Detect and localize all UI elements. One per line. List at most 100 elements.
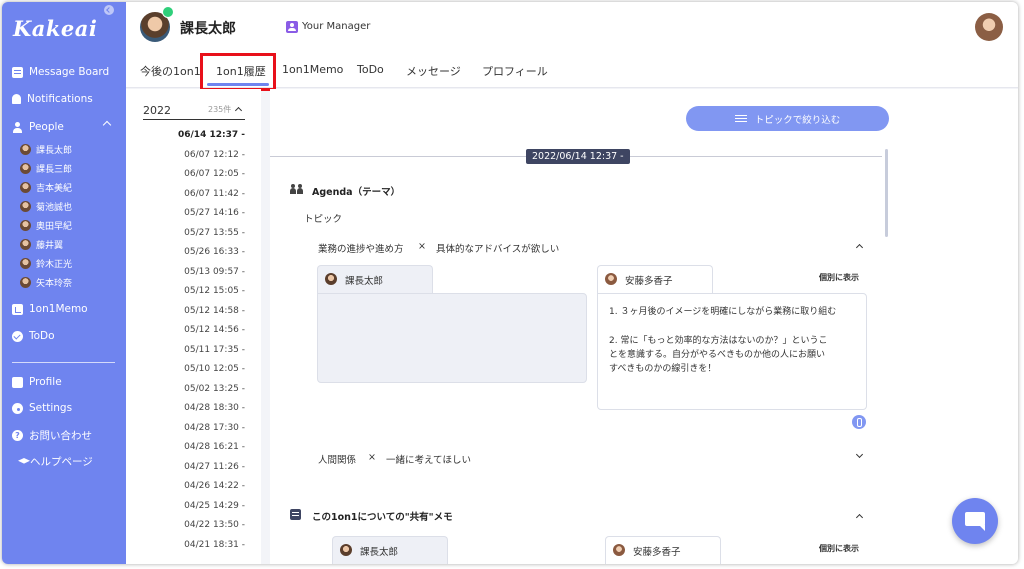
history-date-item[interactable]: 04/22 13:50 - — [184, 520, 245, 530]
sidebar-item-label: Notifications — [27, 93, 93, 105]
topic-name: 業務の進捗や進め方 — [318, 244, 404, 255]
topic-label: トピック — [304, 214, 343, 225]
bell-icon — [12, 94, 21, 104]
topic-request: 一緒に考えてほしい — [386, 455, 472, 466]
history-date-item[interactable]: 04/21 18:31 - — [184, 540, 245, 550]
history-date-item[interactable]: 04/26 14:22 - — [184, 481, 245, 491]
memo-icon — [12, 303, 23, 315]
filter-by-topic-button[interactable]: トピックで絞り込む — [686, 106, 889, 131]
chevron-up-icon[interactable] — [855, 243, 864, 252]
sidebar-person[interactable]: 菊池誠也 — [20, 200, 72, 213]
chat-button[interactable] — [952, 498, 998, 544]
sidebar-item-label: Message Board — [29, 66, 110, 78]
sidebar-person[interactable]: 奥田早紀 — [20, 219, 72, 232]
scrollbar[interactable] — [885, 149, 888, 237]
tab-1on1memo[interactable]: 1on1Memo — [282, 63, 343, 76]
avatar — [20, 239, 31, 250]
chevron-up-icon[interactable] — [855, 513, 864, 522]
person-icon — [12, 121, 23, 133]
attachment-icon[interactable] — [852, 415, 866, 429]
sidebar-item-label: Profile — [29, 376, 62, 388]
sidebar-item-1on1memo[interactable]: 1on1Memo — [12, 303, 88, 315]
account-avatar[interactable] — [975, 13, 1003, 41]
topic-request: 具体的なアドバイスが欲しい — [436, 244, 560, 255]
header: 課長太郎 Your Manager 今後の1on1 1on1履歴 1on1Mem… — [126, 2, 1018, 91]
sidebar-item-profile[interactable]: Profile — [12, 376, 62, 388]
sidebar-item-todo[interactable]: ToDo — [12, 330, 55, 342]
avatar — [20, 182, 31, 193]
member-shared-memo-card: 安藤多香子 — [605, 536, 721, 564]
history-date-item[interactable]: 05/12 14:58 - — [184, 306, 245, 316]
sidebar-item-label: お問い合わせ — [29, 430, 92, 442]
sidebar-person[interactable]: 吉本美紀 — [20, 181, 72, 194]
sidebar-item-notifications[interactable]: Notifications — [12, 93, 93, 105]
person-name: 吉本美紀 — [36, 184, 73, 194]
person-name: 課長太郎 — [36, 146, 73, 156]
sidebar-item-message-board[interactable]: Message Board — [12, 66, 109, 78]
manager-memo-card: 課長太郎 — [317, 265, 587, 383]
tab-profile[interactable]: プロフィール — [482, 63, 548, 79]
history-date-item[interactable]: 06/07 11:42 - — [184, 189, 245, 199]
avatar — [605, 273, 617, 285]
sidebar-item-contact[interactable]: ? お問い合わせ — [12, 428, 92, 443]
show-individually-link[interactable]: 個別に表示 — [819, 272, 859, 283]
sidebar-person[interactable]: 課長太郎 — [20, 143, 72, 156]
chevron-down-icon[interactable] — [855, 450, 864, 459]
history-date-item[interactable]: 04/28 16:21 - — [184, 442, 245, 452]
avatar — [20, 201, 31, 212]
manager-badge-icon — [286, 21, 298, 33]
sidebar-person[interactable]: 矢本玲奈 — [20, 276, 72, 289]
sidebar-item-settings[interactable]: Settings — [12, 402, 72, 414]
avatar — [340, 544, 352, 556]
chevron-up-icon[interactable] — [234, 106, 243, 115]
history-date-item[interactable]: 05/02 13:25 - — [184, 384, 245, 394]
member-memo-card: 安藤多香子 個別に表示 1. ３ヶ月後のイメージを明確にしながら業務に取り組む … — [597, 265, 867, 410]
topic-separator: × — [368, 452, 376, 463]
filter-icon — [734, 114, 747, 123]
history-date-item[interactable]: 04/28 17:30 - — [184, 423, 245, 433]
history-date-item[interactable]: 06/14 12:37 - — [178, 130, 245, 140]
history-date-item[interactable]: 04/28 18:30 - — [184, 403, 245, 413]
avatar — [20, 163, 31, 174]
agenda-title: Agenda（テーマ） — [312, 187, 401, 198]
collapse-sidebar-icon[interactable] — [104, 5, 114, 15]
divider — [143, 119, 245, 120]
highlight-box — [200, 53, 276, 91]
history-date-item[interactable]: 04/25 14:29 - — [184, 501, 245, 511]
history-date-item[interactable]: 05/27 13:55 - — [184, 228, 245, 238]
avatar — [20, 258, 31, 269]
avatar — [20, 220, 31, 231]
topic-separator: × — [418, 241, 426, 252]
history-date-item[interactable]: 06/07 12:12 - — [184, 150, 245, 160]
history-date-item[interactable]: 05/12 15:05 - — [184, 286, 245, 296]
avatar — [20, 277, 31, 288]
history-date-item[interactable]: 04/27 11:26 - — [184, 462, 245, 472]
sidebar-person[interactable]: 鈴木正光 — [20, 257, 72, 270]
history-date-item[interactable]: 05/10 12:05 - — [184, 364, 245, 374]
filter-button-label: トピックで絞り込む — [754, 114, 841, 126]
tab-todo[interactable]: ToDo — [357, 63, 384, 76]
manager-shared-memo-card: 課長太郎 — [332, 536, 448, 564]
tab-upcoming-1on1[interactable]: 今後の1on1 — [140, 63, 201, 79]
sidebar-item-help-page[interactable]: ヘルプページ — [12, 454, 93, 469]
tab-messages[interactable]: メッセージ — [406, 63, 461, 79]
memo-line: すべきものかの線引きを！ — [609, 364, 717, 374]
history-date-item[interactable]: 05/13 09:57 - — [184, 267, 245, 277]
history-date-item[interactable]: 05/11 17:35 - — [184, 345, 245, 355]
chevron-up-icon[interactable] — [102, 120, 112, 130]
sidebar-item-label: ToDo — [29, 330, 55, 342]
check-icon — [12, 330, 23, 342]
online-status-icon — [162, 6, 174, 18]
history-date-item[interactable]: 05/26 16:33 - — [184, 247, 245, 257]
sidebar-person[interactable]: 藤井翼 — [20, 238, 63, 251]
memo-line: とを意識する。自分がやるべきものか他の人にお願い — [609, 350, 826, 360]
sidebar-person[interactable]: 課長三郎 — [20, 162, 72, 175]
history-date-item[interactable]: 06/07 12:05 - — [184, 169, 245, 179]
app-logo[interactable]: Kakeai — [13, 16, 97, 41]
history-date-item[interactable]: 05/12 14:56 - — [184, 325, 245, 335]
show-individually-link[interactable]: 個別に表示 — [819, 543, 859, 554]
person-name: 菊池誠也 — [36, 203, 73, 213]
history-date-item[interactable]: 05/27 14:16 - — [184, 208, 245, 218]
sidebar-item-people[interactable]: People — [12, 121, 64, 133]
memo-line: 2. 常に「もっと効率的な方法はないのか？」というこ — [609, 336, 828, 346]
